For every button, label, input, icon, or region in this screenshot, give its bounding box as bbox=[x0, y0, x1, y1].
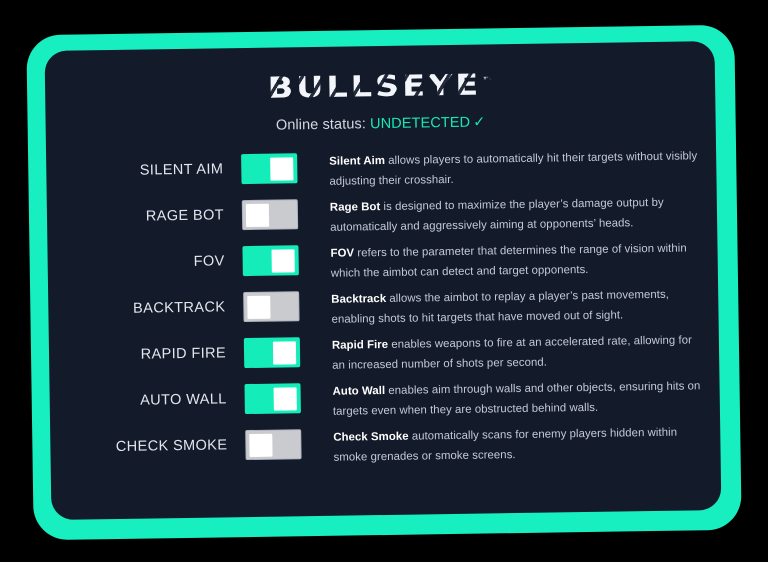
feature-description: Rage Bot is designed to maximize the pla… bbox=[298, 193, 704, 238]
feature-label-rage-bot: RAGE BOT bbox=[145, 207, 225, 225]
feature-description-body: is designed to maximize the player’s dam… bbox=[330, 196, 664, 234]
feature-description: Rapid Fire enables weapons to fire at an… bbox=[300, 331, 706, 376]
status-label: Online status: bbox=[275, 116, 367, 134]
toggle-silent-aim[interactable] bbox=[241, 153, 298, 185]
check-icon: ✓ bbox=[473, 114, 486, 131]
toggle-knob bbox=[273, 386, 297, 411]
toggle-knob bbox=[272, 340, 297, 365]
toggle-knob bbox=[271, 248, 295, 273]
feature-list: SILENT AIM Silent Aim allows players to a… bbox=[46, 147, 721, 479]
feature-description-term: FOV bbox=[330, 247, 355, 260]
toggle-check-smoke[interactable] bbox=[245, 429, 302, 461]
status-badge: UNDETECTED bbox=[369, 114, 471, 133]
toggle-knob bbox=[247, 295, 271, 319]
feature-label-check-smoke: CHECK SMOKE bbox=[115, 437, 228, 455]
feature-description-body: enables aim through walls and other obje… bbox=[332, 380, 701, 418]
feature-row: CHECK SMOKE Check Smoke automatically sca… bbox=[60, 423, 707, 479]
toggle-rapid-fire[interactable] bbox=[243, 337, 301, 369]
feature-description-body: refers to the parameter that determines … bbox=[330, 242, 687, 280]
feature-description-term: Check Smoke bbox=[333, 430, 409, 444]
feature-description-term: Rapid Fire bbox=[331, 338, 389, 352]
feature-panel: BULLSEYE™ Online status: UNDETECTED ✓ SIL… bbox=[44, 41, 722, 520]
feature-description: Backtrack allows the aimbot to replay a … bbox=[299, 285, 705, 330]
feature-label-auto-wall: AUTO WALL bbox=[140, 391, 227, 409]
toggle-knob bbox=[245, 203, 270, 227]
feature-label-backtrack: BACKTRACK bbox=[133, 299, 226, 317]
feature-description-term: Rage Bot bbox=[329, 201, 381, 214]
feature-description: FOV refers to the parameter that determi… bbox=[298, 239, 704, 284]
toggle-rage-bot[interactable] bbox=[241, 199, 299, 231]
logo-wordmark: BULLSEYE bbox=[267, 67, 482, 105]
toggle-knob bbox=[249, 433, 273, 457]
feature-description: Silent Aim allows players to automatical… bbox=[297, 147, 703, 192]
toggle-fov[interactable] bbox=[242, 245, 299, 277]
feature-description: Check Smoke automatically scans for enem… bbox=[301, 423, 707, 468]
toggle-knob bbox=[270, 156, 294, 181]
bullseye-logo: BULLSEYE™ bbox=[264, 67, 496, 105]
trademark-symbol: ™ bbox=[482, 76, 493, 87]
feature-description-term: Auto Wall bbox=[332, 384, 386, 398]
toggle-auto-wall[interactable] bbox=[244, 383, 301, 415]
feature-description-term: Silent Aim bbox=[329, 154, 386, 168]
feature-description-term: Backtrack bbox=[331, 292, 387, 306]
feature-description: Auto Wall enables aim through walls and … bbox=[300, 377, 706, 422]
feature-label-rapid-fire: RAPID FIRE bbox=[140, 345, 227, 363]
feature-label-fov: FOV bbox=[193, 253, 225, 270]
device-frame: BULLSEYE™ Online status: UNDETECTED ✓ SIL… bbox=[26, 24, 742, 541]
panel-header: BULLSEYE™ Online status: UNDETECTED ✓ bbox=[45, 41, 716, 137]
feature-description-body: allows players to automatically hit thei… bbox=[329, 150, 698, 188]
toggle-backtrack[interactable] bbox=[243, 291, 300, 323]
online-status: Online status: UNDETECTED ✓ bbox=[46, 111, 716, 137]
feature-label-silent-aim: SILENT AIM bbox=[139, 161, 224, 179]
